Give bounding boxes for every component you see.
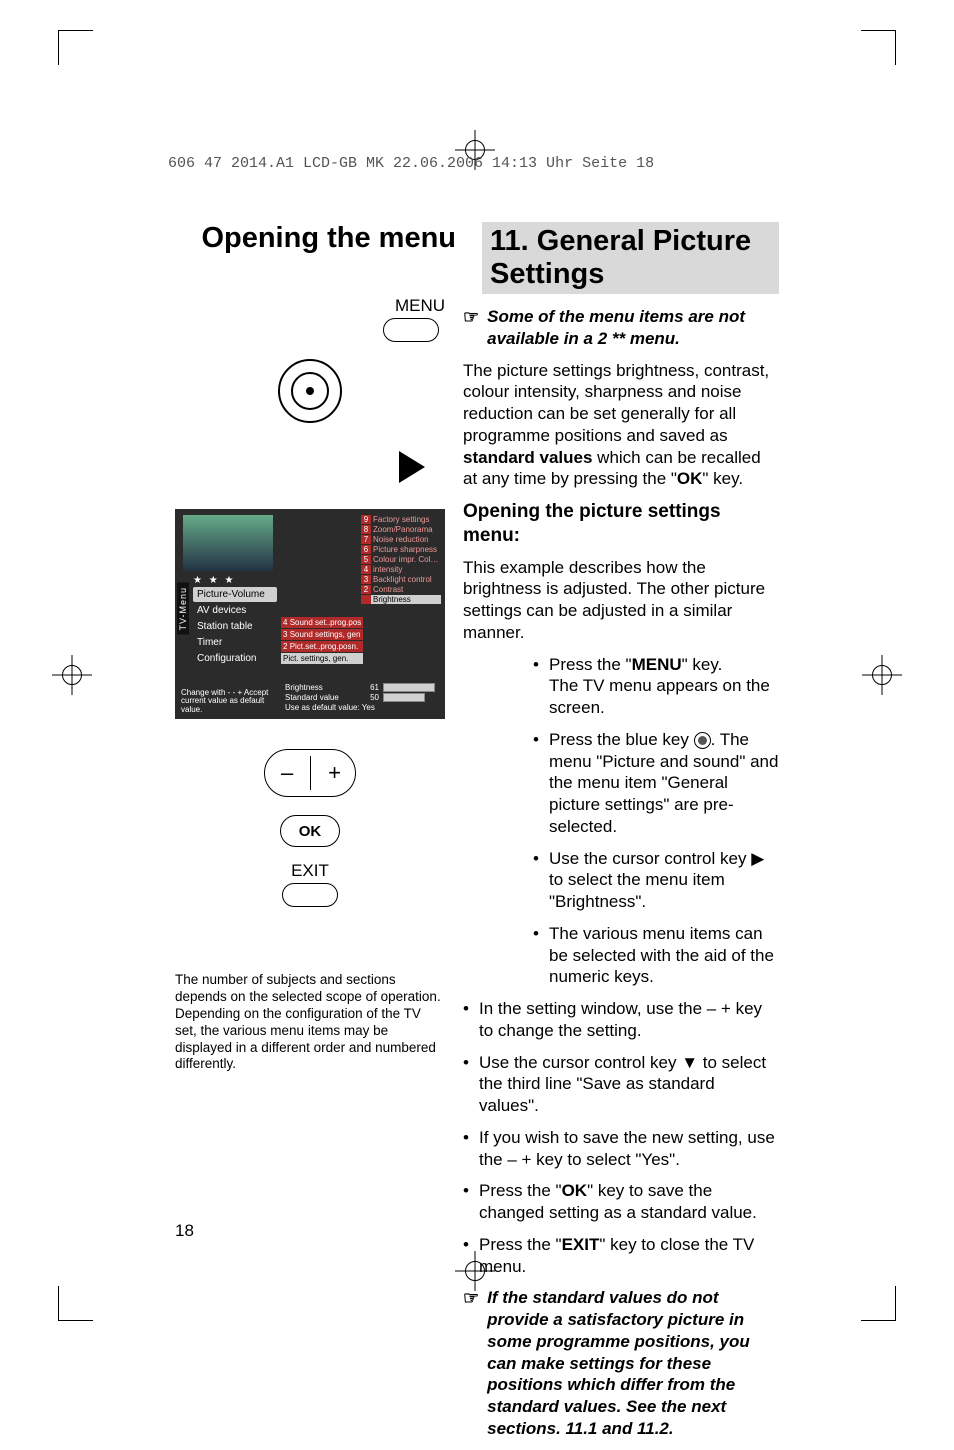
intro-para: The picture settings brightness, contras… [463, 360, 779, 491]
osd-hint: Change with - - + Accept current value a… [181, 689, 281, 715]
osd-right-menu: 9Factory settings 8Zoom/Panorama 7Noise … [361, 515, 441, 605]
intro-text: This example describes how the brightnes… [463, 557, 779, 644]
subheading: Opening the picture settings menu: [463, 500, 779, 549]
title-left: Opening the menu [175, 222, 464, 294]
note-1: ☞Some of the menu items are not availabl… [463, 306, 779, 350]
osd-mid-menu: 4 Sound set..prog.pos 3 Sound settings, … [281, 617, 363, 665]
tv-osd-screenshot: ★ ★ ★ TV-Menu Picture-Volume AV devices … [175, 509, 445, 719]
steps-list-indented: Press the "MENU" key.The TV menu appears… [533, 654, 779, 989]
note-2: ☞If the standard values do not provide a… [463, 1287, 779, 1439]
exit-button-icon [282, 883, 338, 907]
osd-bars: Brightness61 Standard value50 Use as def… [285, 683, 435, 713]
right-arrow-icon [399, 451, 425, 483]
print-header: 606 47 2014.A1 LCD-GB MK 22.06.2006 14:1… [168, 155, 654, 172]
page-number: 18 [175, 1221, 194, 1241]
exit-label: EXIT [175, 861, 445, 881]
menu-button-icon [383, 318, 439, 342]
dpad-icon [278, 359, 342, 423]
pointing-hand-icon: ☞ [463, 306, 479, 350]
ok-button-icon: OK [280, 815, 340, 847]
steps-list: In the setting window, use the – + key t… [463, 998, 779, 1277]
pointing-hand-icon: ☞ [463, 1287, 479, 1439]
title-right: 11. General Picture Settings [482, 222, 779, 294]
osd-side-menu: Picture-Volume AV devices Station table … [193, 587, 277, 667]
menu-label: MENU [175, 296, 445, 316]
footnote: The number of subjects and sections depe… [175, 972, 445, 1073]
blue-key-icon [694, 732, 711, 749]
rocker-icon: –+ [264, 749, 356, 797]
